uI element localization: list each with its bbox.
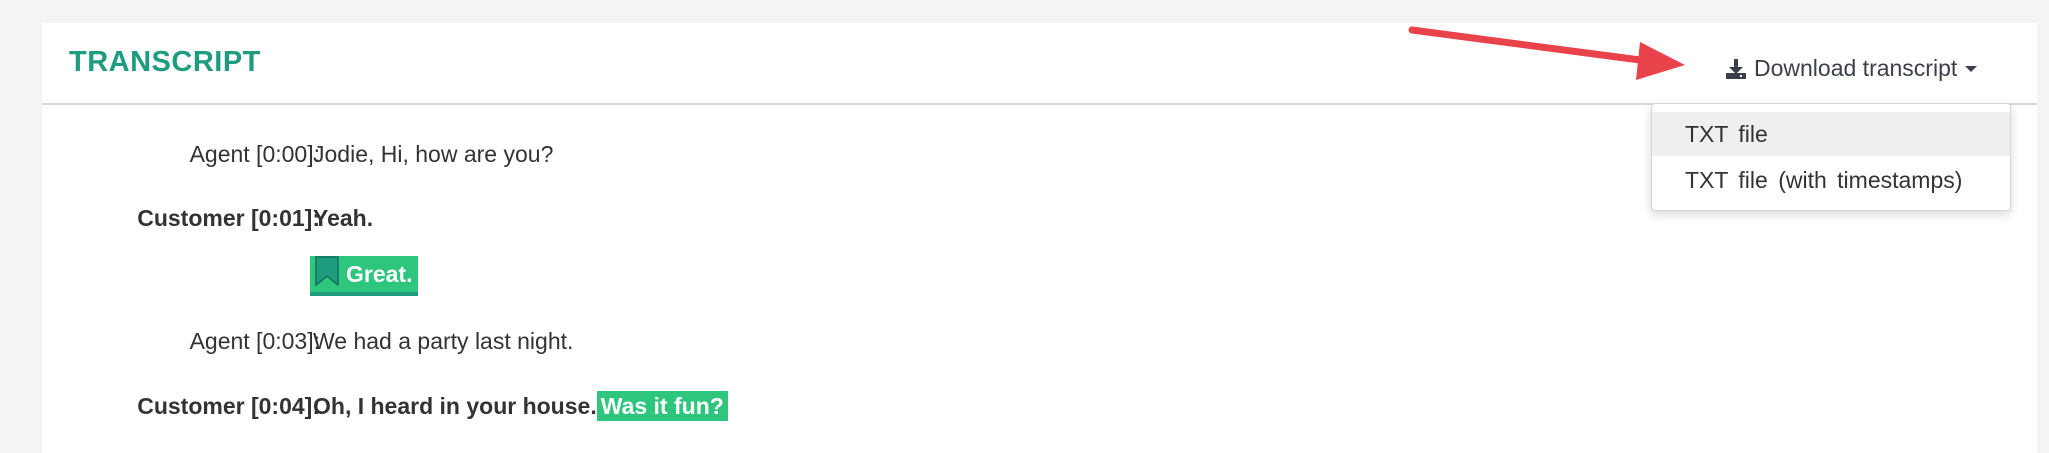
utterance-text: Jodie, Hi, how are you? — [313, 141, 554, 167]
utterance-text: Yeah. — [313, 205, 374, 231]
transcript-row: Customer [0:04]: Oh, I heard in your hou… — [42, 391, 2037, 433]
download-icon — [1725, 58, 1747, 80]
utterance-plain-text: Oh, I heard in your house. — [313, 393, 597, 419]
transcript-row: Great. — [42, 256, 2037, 296]
bookmark-icon[interactable] — [314, 256, 340, 292]
menu-item-txt-file[interactable]: TXT file — [1652, 112, 2010, 156]
bookmarked-utterance[interactable]: Great. — [310, 256, 419, 296]
utterance-text: We had a party last night. — [313, 328, 574, 354]
highlighted-phrase[interactable]: Was it fun? — [596, 391, 728, 421]
speaker-label: Agent [0:03]: — [189, 328, 320, 354]
transcript-row: Agent [0:03]: We had a party last night. — [42, 328, 2037, 368]
menu-item-txt-file-timestamps[interactable]: TXT file (with timestamps) — [1652, 158, 2010, 202]
transcript-panel: TRANSCRIPT Download transcript Agent [0:… — [42, 23, 2037, 453]
speaker-label: Customer [0:04]: — [137, 393, 320, 419]
utterance-text: Oh, I heard in your house. Was it fun? — [313, 391, 728, 421]
bookmark-text: Great. — [346, 260, 413, 287]
panel-title: TRANSCRIPT — [69, 46, 261, 78]
transcript-row: Customer [0:01]: Yeah. — [42, 205, 2037, 245]
speaker-label: Customer [0:01]: — [137, 205, 320, 231]
download-dropdown-menu: TXT file TXT file (with timestamps) — [1651, 103, 2011, 211]
speaker-label: Agent [0:00]: — [189, 141, 320, 167]
download-transcript-button[interactable]: Download transcript — [1725, 55, 1978, 82]
download-transcript-label: Download transcript — [1754, 55, 1958, 81]
caret-down-icon — [1964, 64, 1978, 74]
panel-header: TRANSCRIPT Download transcript — [42, 23, 2037, 105]
